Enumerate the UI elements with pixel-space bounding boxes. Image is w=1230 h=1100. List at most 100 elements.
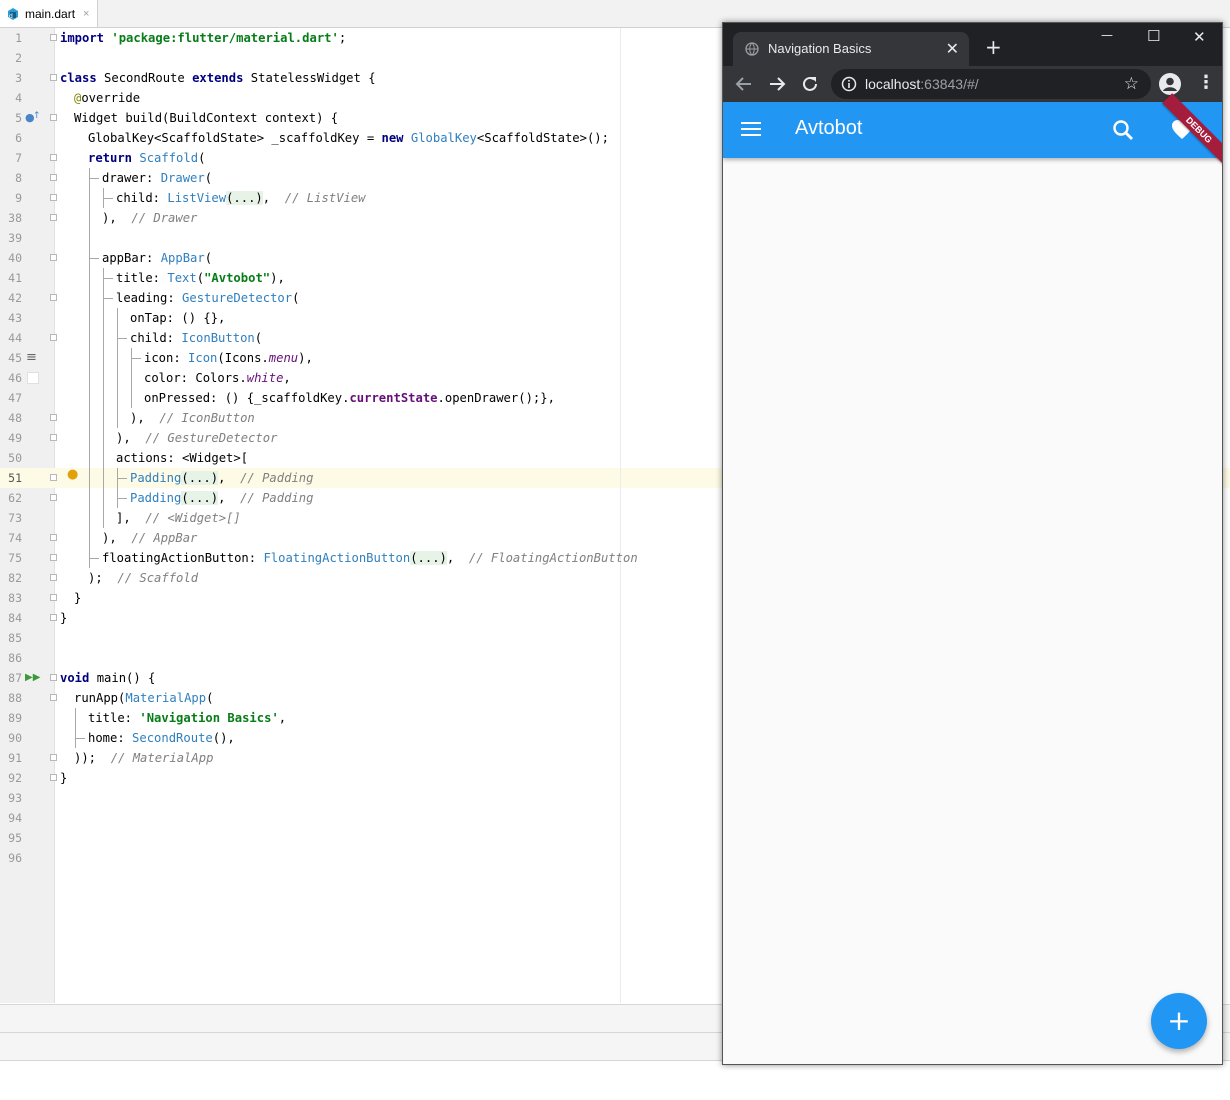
code-line-73[interactable]: ], // <Widget>[]: [116, 508, 241, 528]
url-path: :63843/#/: [920, 76, 979, 92]
code-line-1[interactable]: import 'package:flutter/material.dart';: [60, 28, 346, 48]
code-line-82[interactable]: ); // Scaffold: [88, 568, 198, 588]
fold-marker[interactable]: [50, 414, 57, 421]
fold-marker[interactable]: [50, 534, 57, 541]
line-number: 2: [15, 51, 22, 65]
code-line-75[interactable]: floatingActionButton: FloatingActionButt…: [102, 548, 638, 568]
maximize-button[interactable]: ☐: [1147, 27, 1160, 45]
token: child:: [116, 191, 168, 205]
token: title:: [116, 271, 168, 285]
reload-icon[interactable]: [801, 75, 819, 93]
new-tab-button[interactable]: +: [985, 35, 1002, 59]
folded-code[interactable]: (...): [181, 471, 219, 485]
search-icon[interactable]: [1112, 119, 1134, 141]
code-line-90[interactable]: home: SecondRoute(),: [88, 728, 235, 748]
code-line-8[interactable]: drawer: Drawer(: [102, 168, 212, 188]
fold-marker[interactable]: [50, 434, 57, 441]
fold-marker[interactable]: [50, 574, 57, 581]
fold-marker[interactable]: [50, 194, 57, 201]
fold-marker[interactable]: [50, 34, 57, 41]
token: .openDrawer();},: [437, 391, 555, 405]
code-line-48[interactable]: ), // IconButton: [130, 408, 255, 428]
fold-marker[interactable]: [50, 154, 57, 161]
browser-tab[interactable]: Navigation Basics ✕: [733, 32, 969, 66]
fold-marker[interactable]: [50, 694, 57, 701]
token: appBar:: [102, 251, 161, 265]
folded-code[interactable]: (...): [181, 491, 219, 505]
code-line-91[interactable]: )); // MaterialApp: [74, 748, 213, 768]
code-line-47[interactable]: onPressed: () {_scaffoldKey.currentState…: [144, 388, 555, 408]
fold-marker[interactable]: [50, 214, 57, 221]
fold-marker[interactable]: [50, 474, 57, 481]
line-number: 48: [8, 411, 22, 425]
back-arrow-icon[interactable]: [735, 75, 753, 93]
fold-marker[interactable]: [50, 74, 57, 81]
file-tab-close-icon[interactable]: ×: [83, 8, 89, 20]
forward-arrow-icon[interactable]: [768, 75, 786, 93]
token: color: Colors.: [144, 371, 247, 385]
code-line-87[interactable]: void main() {: [60, 668, 155, 688]
code-line-3[interactable]: class SecondRoute extends StatelessWidge…: [60, 68, 376, 88]
code-line-7[interactable]: return Scaffold(: [88, 148, 205, 168]
code-line-51[interactable]: Padding(...), // Padding: [130, 468, 313, 488]
run-icon[interactable]: ▶▶: [25, 671, 40, 685]
lightbulb-icon[interactable]: ●: [67, 468, 78, 482]
token: // MaterialApp: [110, 751, 214, 765]
code-line-88[interactable]: runApp(MaterialApp(: [74, 688, 213, 708]
fold-marker[interactable]: [50, 754, 57, 761]
address-bar[interactable]: localhost:63843/#/ ☆: [831, 69, 1151, 99]
code-line-43[interactable]: onTap: () {},: [130, 308, 225, 328]
app-bar-title: Avtobot: [795, 117, 863, 139]
code-line-62[interactable]: Padding(...), // Padding: [130, 488, 313, 508]
code-line-50[interactable]: actions: <Widget>[: [116, 448, 248, 468]
svg-text:d: d: [9, 13, 13, 20]
code-line-4[interactable]: @override: [74, 88, 140, 108]
fold-marker[interactable]: [50, 674, 57, 681]
code-line-74[interactable]: ), // AppBar: [102, 528, 197, 548]
minimize-button[interactable]: —: [1101, 28, 1113, 42]
fold-marker[interactable]: [50, 594, 57, 601]
bookmark-star-icon[interactable]: ☆: [1124, 74, 1139, 94]
folded-code[interactable]: (...): [410, 551, 447, 565]
code-line-46[interactable]: color: Colors.white,: [144, 368, 291, 388]
fold-marker[interactable]: [50, 774, 57, 781]
code-line-42[interactable]: leading: GestureDetector(: [116, 288, 299, 308]
code-line-40[interactable]: appBar: AppBar(: [102, 248, 212, 268]
line-number: 43: [8, 311, 22, 325]
token: ),: [130, 411, 160, 425]
line-number: 39: [8, 231, 22, 245]
code-line-6[interactable]: GlobalKey<ScaffoldState> _scaffoldKey = …: [88, 128, 609, 148]
add-fab-button[interactable]: +: [1151, 993, 1207, 1049]
code-line-89[interactable]: title: 'Navigation Basics',: [88, 708, 286, 728]
fold-marker[interactable]: [50, 494, 57, 501]
profile-avatar-icon[interactable]: [1159, 73, 1181, 95]
indent-guide: [117, 478, 127, 479]
menu-icon[interactable]: [741, 121, 761, 137]
info-icon[interactable]: [841, 76, 857, 92]
window-close-button[interactable]: ✕: [1193, 28, 1206, 46]
fold-marker[interactable]: [50, 254, 57, 261]
code-line-9[interactable]: child: ListView(...), // ListView: [116, 188, 366, 208]
token: 'package:flutter/material.dart': [111, 31, 339, 45]
code-line-41[interactable]: title: Text("Avtobot"),: [116, 268, 285, 288]
browser-menu-icon[interactable]: ⋮: [1197, 72, 1215, 93]
line-number: 5: [15, 111, 22, 125]
code-line-44[interactable]: child: IconButton(: [130, 328, 262, 348]
fold-marker[interactable]: [50, 294, 57, 301]
code-line-84[interactable]: }: [60, 608, 67, 628]
code-line-92[interactable]: }: [60, 768, 67, 788]
file-tab-main-dart[interactable]: d main.dart ×: [0, 0, 99, 27]
folded-code[interactable]: (...): [226, 191, 263, 205]
fold-marker[interactable]: [50, 334, 57, 341]
fold-marker[interactable]: [50, 114, 57, 121]
code-line-83[interactable]: }: [74, 588, 81, 608]
fold-marker[interactable]: [50, 554, 57, 561]
code-line-5[interactable]: Widget build(BuildContext context) {: [74, 108, 338, 128]
tab-close-icon[interactable]: ✕: [946, 39, 959, 58]
code-line-49[interactable]: ), // GestureDetector: [116, 428, 277, 448]
fold-marker[interactable]: [50, 174, 57, 181]
line-number: 41: [8, 271, 22, 285]
fold-marker[interactable]: [50, 614, 57, 621]
code-line-45[interactable]: icon: Icon(Icons.menu),: [144, 348, 313, 368]
code-line-38[interactable]: ), // Drawer: [102, 208, 197, 228]
